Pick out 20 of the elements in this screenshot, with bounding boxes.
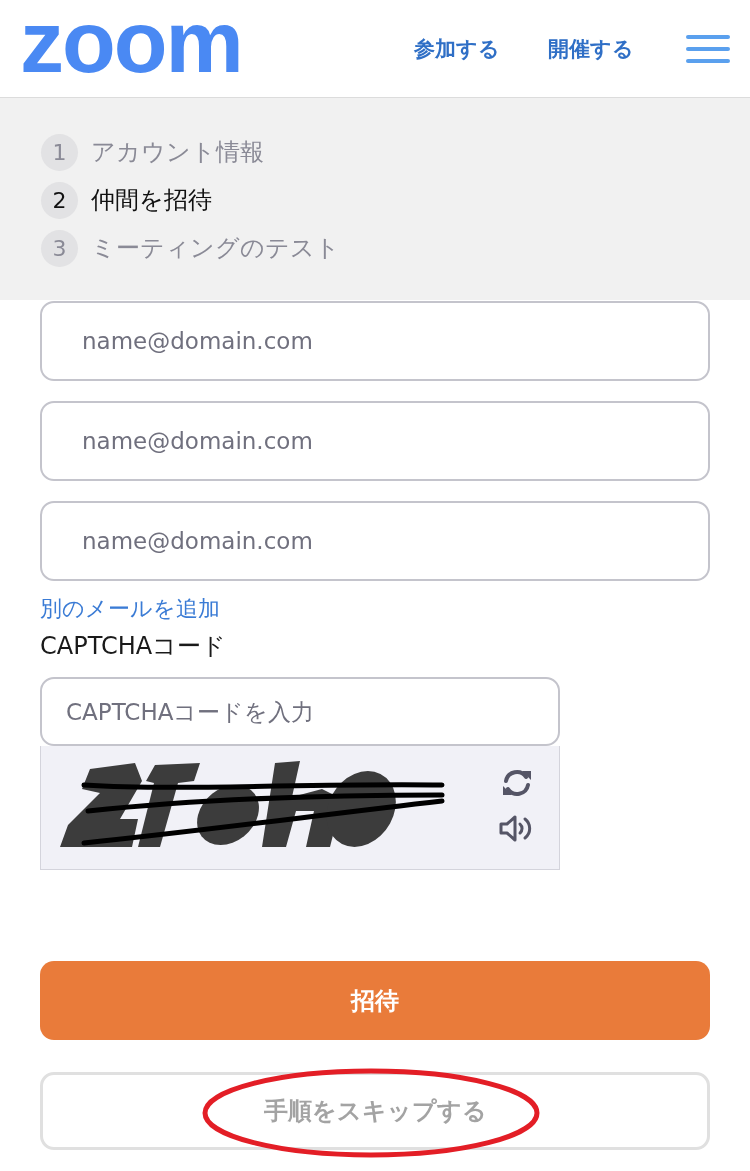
nav-link[interactable]: 参加する bbox=[414, 34, 500, 63]
menu-icon[interactable] bbox=[686, 34, 730, 63]
step-number: 1 bbox=[41, 133, 78, 171]
zoom-logo[interactable]: zoom bbox=[20, 1, 242, 82]
step-label: 仲間を招待 bbox=[91, 185, 212, 216]
step-label: ミーティングのテスト bbox=[91, 233, 340, 264]
nav-link[interactable]: 開催する bbox=[548, 34, 634, 63]
speaker-icon[interactable] bbox=[499, 815, 534, 842]
refresh-icon[interactable] bbox=[500, 769, 533, 797]
skip-button[interactable]: 手順をスキップする bbox=[40, 1072, 710, 1150]
invite-button[interactable]: 招待 bbox=[40, 961, 710, 1040]
captcha-field[interactable]: CAPTCHAコードを入力 bbox=[40, 677, 560, 746]
email-field[interactable]: name@domain.com bbox=[40, 301, 710, 381]
email-field[interactable]: name@domain.com bbox=[40, 401, 710, 481]
step-label: アカウント情報 bbox=[91, 137, 264, 168]
step-number: 2 bbox=[41, 181, 78, 219]
captcha-label: CAPTCHAコード bbox=[40, 631, 227, 661]
email-field[interactable]: name@domain.com bbox=[40, 501, 710, 581]
step-number: 3 bbox=[41, 229, 78, 267]
add-email-link[interactable]: 別のメールを追加 bbox=[40, 595, 220, 623]
